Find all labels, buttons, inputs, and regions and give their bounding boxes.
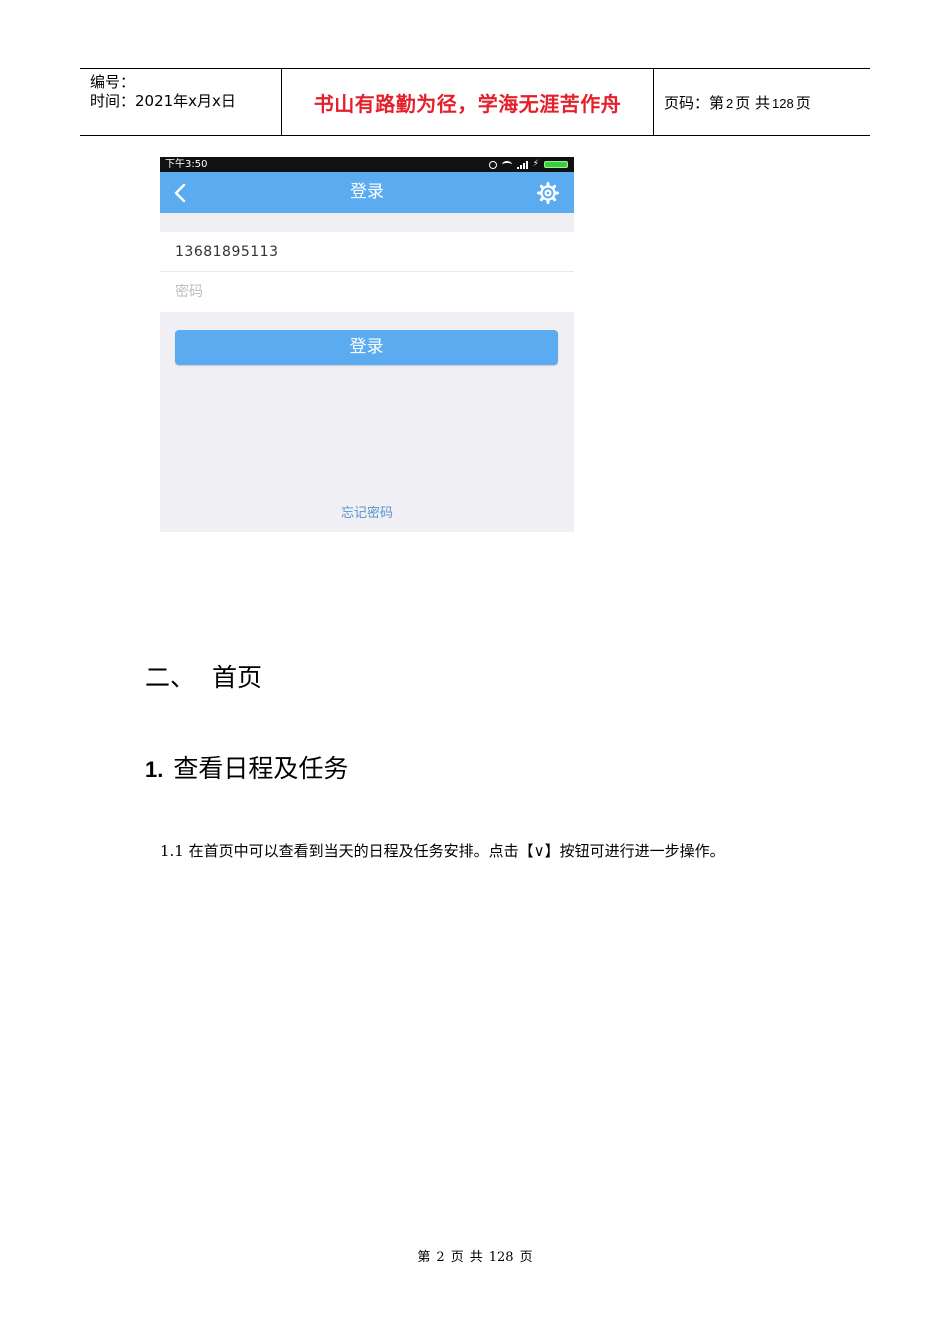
section-title: 首页	[212, 663, 263, 692]
status-bar: 下午3:50 ⚡	[160, 157, 574, 172]
login-form: 13681895113 密码	[160, 232, 574, 312]
settings-gear-icon[interactable]	[536, 181, 560, 205]
charging-icon: ⚡	[532, 159, 539, 169]
nav-title: 登录	[350, 182, 384, 202]
footer-mid1: 页	[450, 1250, 464, 1265]
footer-prefix: 第	[417, 1250, 431, 1265]
signal-icon	[516, 160, 528, 169]
section-number: 二、	[145, 663, 196, 692]
subsection-heading: 1. 查看日程及任务	[145, 751, 348, 788]
field-divider	[160, 271, 574, 272]
battery-icon	[544, 161, 568, 168]
page-total: 128	[772, 95, 794, 111]
footer-suffix: 页	[519, 1250, 533, 1265]
back-chevron-icon[interactable]	[170, 181, 194, 205]
login-screenshot: 下午3:50 ⚡ 登录 13681895113 密码 登录 忘记密码	[160, 157, 574, 532]
password-input[interactable]: 密码	[175, 272, 203, 312]
page-suffix: 页	[795, 93, 811, 112]
header-page-number: 页码：第 2 页 共 128 页	[664, 92, 811, 113]
status-icons: ⚡	[488, 159, 568, 169]
nav-bar: 登录	[160, 172, 574, 213]
header-page-cell: 页码：第 2 页 共 128 页	[654, 69, 870, 135]
subsection-title: 查看日程及任务	[173, 754, 349, 783]
page-prefix: 页码：第	[664, 93, 725, 112]
page-mid: 页 共	[735, 93, 771, 112]
username-input[interactable]: 13681895113	[175, 232, 278, 272]
document-date: 时间：2021年x月x日	[90, 92, 236, 110]
login-button[interactable]: 登录	[175, 330, 558, 365]
page-header: 编号： 时间：2021年x月x日 书山有路勤为径，学海无涯苦作舟 页码：第 2 页 …	[80, 68, 870, 136]
header-motto-cell: 书山有路勤为径，学海无涯苦作舟	[281, 69, 654, 135]
header-meta-cell: 编号： 时间：2021年x月x日	[80, 69, 281, 135]
page-footer: 第 2 页共 128 页	[0, 1246, 950, 1265]
footer-current: 2	[436, 1250, 445, 1265]
section-heading: 二、 首页	[145, 660, 262, 696]
alarm-icon	[488, 160, 497, 169]
document-number-label: 编号：	[90, 73, 136, 91]
body-paragraph: 1.1 在首页中可以查看到当天的日程及任务安排。点击【∨】按钮可进行进一步操作。	[160, 842, 725, 860]
wifi-icon	[501, 161, 512, 168]
status-time: 下午3:50	[165, 159, 208, 170]
page-current: 2	[726, 95, 734, 111]
footer-mid2: 共	[469, 1250, 483, 1265]
forgot-password-link[interactable]: 忘记密码	[160, 502, 574, 521]
footer-total: 128	[488, 1250, 514, 1265]
header-motto: 书山有路勤为径，学海无涯苦作舟	[313, 91, 622, 116]
subsection-number: 1.	[145, 757, 164, 782]
